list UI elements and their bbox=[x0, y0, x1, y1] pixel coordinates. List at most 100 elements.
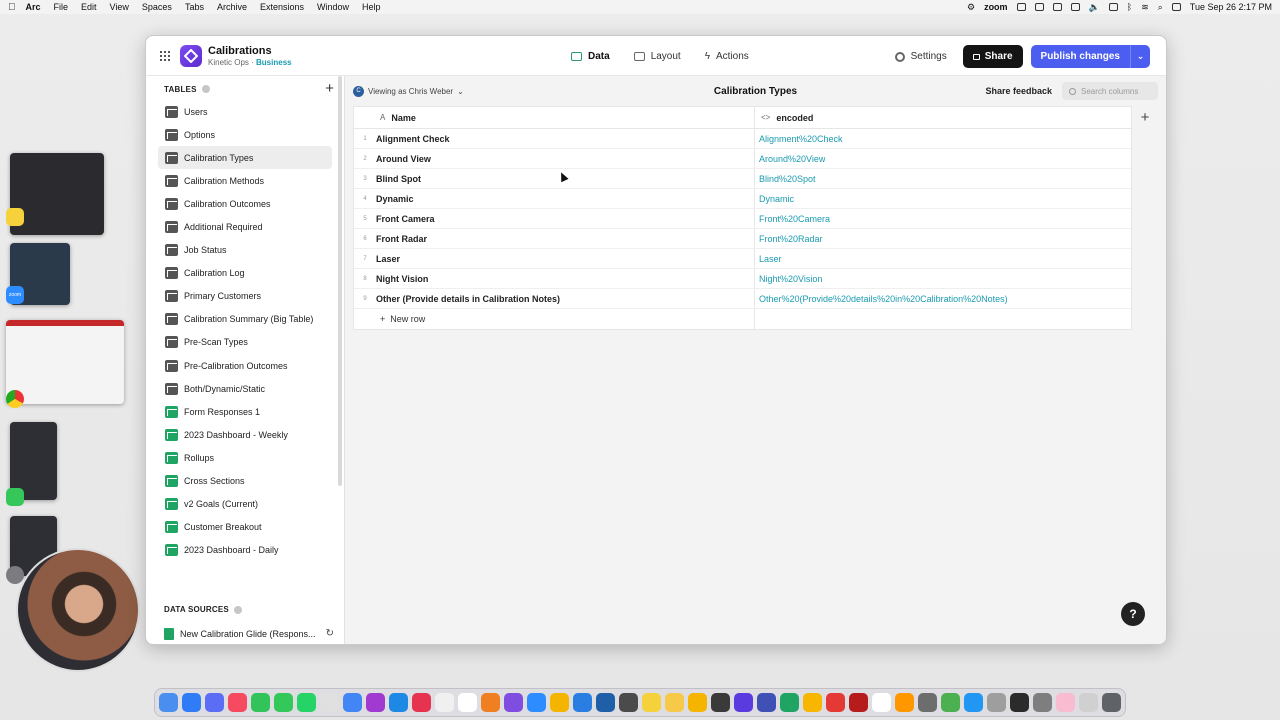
encoded-cell[interactable]: Around%20View bbox=[755, 149, 1131, 168]
dock-app-icon[interactable] bbox=[642, 693, 661, 712]
sidebar-table-item[interactable]: Calibration Outcomes bbox=[158, 192, 332, 215]
table-row[interactable]: 4 Dynamic Dynamic bbox=[354, 189, 1131, 209]
info-icon[interactable] bbox=[201, 85, 210, 93]
name-cell[interactable]: 5 Front Camera bbox=[354, 209, 755, 228]
dock-app-icon[interactable] bbox=[366, 693, 385, 712]
refresh-icon[interactable]: ↻ bbox=[326, 628, 334, 639]
dock-app-icon[interactable] bbox=[665, 693, 684, 712]
encoded-cell[interactable]: Dynamic bbox=[755, 189, 1131, 208]
bluetooth-icon[interactable]: ᛒ bbox=[1127, 2, 1132, 12]
name-cell[interactable]: 3 Blind Spot bbox=[354, 169, 755, 188]
notification-tray-icon[interactable] bbox=[1052, 3, 1062, 11]
search-icon[interactable]: ⌕ bbox=[1158, 2, 1163, 13]
dock-app-icon[interactable] bbox=[251, 693, 270, 712]
name-cell[interactable]: 2 Around View bbox=[354, 149, 755, 168]
sidebar-table-item[interactable]: Customer Breakout bbox=[158, 516, 332, 539]
wifi-icon[interactable]: ≋ bbox=[1141, 2, 1149, 13]
menu-view[interactable]: View bbox=[110, 2, 129, 12]
sidebar-table-item[interactable]: 2023 Dashboard - Weekly bbox=[158, 423, 332, 446]
viewing-as-dropdown[interactable]: C Viewing as Chris Weber ⌄ bbox=[353, 85, 464, 97]
column-header-name[interactable]: A Name bbox=[354, 107, 755, 128]
name-cell[interactable]: 6 Front Radar bbox=[354, 229, 755, 248]
dock-app-icon[interactable] bbox=[711, 693, 730, 712]
dock-app-icon[interactable] bbox=[1102, 693, 1121, 712]
name-cell[interactable]: 4 Dynamic bbox=[354, 189, 755, 208]
info-icon[interactable] bbox=[233, 605, 242, 614]
gear-icon[interactable]: ⚙ bbox=[967, 2, 975, 13]
apple-icon[interactable]:  bbox=[8, 2, 16, 13]
sidebar-table-item[interactable]: Pre-Calibration Outcomes bbox=[158, 354, 332, 377]
dock-app-icon[interactable] bbox=[826, 693, 845, 712]
sidebar-table-item[interactable]: Pre-Scan Types bbox=[158, 331, 332, 354]
app-logo[interactable] bbox=[180, 44, 202, 67]
apps-grid-icon[interactable] bbox=[160, 50, 170, 61]
dock-app-icon[interactable] bbox=[412, 693, 431, 712]
sidebar-table-item[interactable]: Job Status bbox=[158, 239, 332, 262]
menu-file[interactable]: File bbox=[54, 2, 69, 12]
dock-app-icon[interactable] bbox=[918, 693, 937, 712]
tab-layout[interactable]: Layout bbox=[633, 45, 681, 67]
encoded-cell[interactable]: Alignment%20Check bbox=[755, 129, 1131, 148]
dock-app-icon[interactable] bbox=[780, 693, 799, 712]
dock-app-icon[interactable] bbox=[435, 693, 454, 712]
sidebar-table-item[interactable]: Calibration Log bbox=[158, 262, 332, 285]
menu-spaces[interactable]: Spaces bbox=[142, 2, 172, 12]
sidebar-table-item[interactable]: Rollups bbox=[158, 446, 332, 469]
control-center-icon[interactable] bbox=[1171, 3, 1181, 11]
column-header-encoded[interactable]: <> encoded bbox=[755, 107, 1131, 128]
menu-edit[interactable]: Edit bbox=[81, 2, 97, 12]
dock-app-icon[interactable] bbox=[803, 693, 822, 712]
menu-help[interactable]: Help bbox=[362, 2, 381, 12]
app-title[interactable]: Calibrations Kinetic Ops · Business bbox=[208, 45, 292, 67]
menu-extensions[interactable]: Extensions bbox=[260, 2, 304, 12]
encoded-cell[interactable]: Night%20Vision bbox=[755, 269, 1131, 288]
dock-app-icon[interactable] bbox=[504, 693, 523, 712]
dock-app-icon[interactable] bbox=[941, 693, 960, 712]
help-button[interactable]: ? bbox=[1121, 602, 1145, 626]
sidebar-table-item[interactable]: Primary Customers bbox=[158, 285, 332, 308]
dock-app-icon[interactable] bbox=[205, 693, 224, 712]
table-row[interactable]: 9 Other (Provide details in Calibration N… bbox=[354, 289, 1131, 309]
encoded-cell[interactable]: Other%20(Provide%20details%20in%20Calibr… bbox=[755, 289, 1131, 308]
menu-tabs[interactable]: Tabs bbox=[185, 2, 204, 12]
dock-app-icon[interactable] bbox=[964, 693, 983, 712]
encoded-cell[interactable]: Blind%20Spot bbox=[755, 169, 1131, 188]
menu-window[interactable]: Window bbox=[317, 2, 349, 12]
encoded-cell[interactable]: Laser bbox=[755, 249, 1131, 268]
table-row[interactable]: 7 Laser Laser bbox=[354, 249, 1131, 269]
tab-data[interactable]: Data bbox=[571, 45, 610, 67]
table-row[interactable]: 6 Front Radar Front%20Radar bbox=[354, 229, 1131, 249]
table-row[interactable]: 2 Around View Around%20View bbox=[354, 149, 1131, 169]
name-cell[interactable]: 7 Laser bbox=[354, 249, 755, 268]
sidebar-table-item[interactable]: 2023 Dashboard - Daily bbox=[158, 539, 332, 562]
add-table-button[interactable]: + bbox=[325, 81, 334, 96]
name-cell[interactable]: 9 Other (Provide details in Calibration N… bbox=[354, 289, 755, 308]
app-tray-icon[interactable] bbox=[1034, 3, 1044, 11]
name-cell[interactable]: 8 Night Vision bbox=[354, 269, 755, 288]
menu-app-name[interactable]: Arc bbox=[26, 2, 41, 12]
dock-app-icon[interactable] bbox=[619, 693, 638, 712]
dock-app-icon[interactable] bbox=[872, 693, 891, 712]
sidebar-table-item[interactable]: Cross Sections bbox=[158, 470, 332, 493]
window-thumbnail[interactable] bbox=[10, 153, 104, 235]
table-row[interactable]: 5 Front Camera Front%20Camera bbox=[354, 209, 1131, 229]
sidebar-scrollbar[interactable] bbox=[338, 76, 342, 486]
zoom-status[interactable]: zoom bbox=[984, 2, 1008, 12]
sidebar-table-item[interactable]: v2 Goals (Current) bbox=[158, 493, 332, 516]
encoded-cell[interactable]: Front%20Camera bbox=[755, 209, 1131, 228]
dock-app-icon[interactable] bbox=[573, 693, 592, 712]
sidebar-table-item[interactable]: Users bbox=[158, 100, 332, 123]
encoded-cell[interactable]: Front%20Radar bbox=[755, 229, 1131, 248]
dock-app-icon[interactable] bbox=[481, 693, 500, 712]
sidebar-table-item[interactable]: Additional Required bbox=[158, 215, 332, 238]
dock-app-icon[interactable] bbox=[1056, 693, 1075, 712]
dock-app-icon[interactable] bbox=[757, 693, 776, 712]
publish-changes-button[interactable]: Publish changes ⌄ bbox=[1030, 45, 1150, 68]
dock-app-icon[interactable] bbox=[389, 693, 408, 712]
data-source-item[interactable]: New Calibration Glide (Respons... ↻ bbox=[158, 622, 338, 644]
share-button[interactable]: Share bbox=[962, 45, 1023, 68]
dock-app-icon[interactable] bbox=[987, 693, 1006, 712]
dock-app-icon[interactable] bbox=[849, 693, 868, 712]
dock-app-icon[interactable] bbox=[550, 693, 569, 712]
dock-app-icon[interactable] bbox=[320, 693, 339, 712]
